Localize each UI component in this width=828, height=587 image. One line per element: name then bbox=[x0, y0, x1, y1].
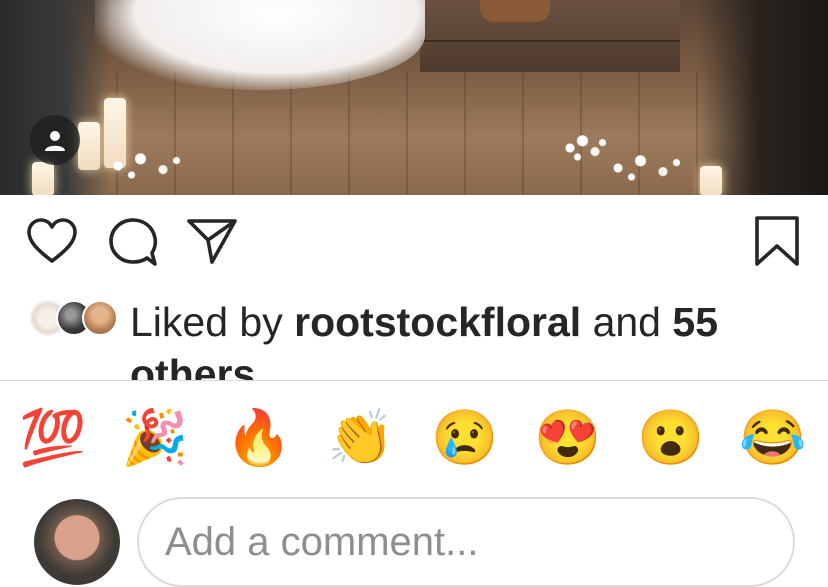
tears-of-joy-emoji: 😂 bbox=[739, 408, 807, 468]
likes-connector: and bbox=[592, 299, 661, 345]
crying-face-emoji: 😢 bbox=[431, 408, 499, 468]
tears-of-joy-emoji-button[interactable]: 😂 bbox=[738, 403, 808, 473]
post-photo[interactable] bbox=[0, 0, 828, 195]
photo-candle bbox=[700, 166, 722, 195]
clapping-hands-emoji: 👏 bbox=[327, 408, 395, 468]
hundred-points-emoji-button[interactable]: 💯 bbox=[18, 403, 88, 473]
fire-emoji-button[interactable]: 🔥 bbox=[224, 403, 294, 473]
post-action-bar bbox=[0, 195, 828, 290]
liker-avatars[interactable] bbox=[30, 300, 120, 336]
likes-suffix[interactable]: others bbox=[130, 351, 255, 380]
avatar bbox=[82, 300, 118, 336]
bookmark-icon bbox=[755, 216, 799, 266]
surprised-face-emoji-button[interactable]: 😮 bbox=[636, 403, 706, 473]
person-icon bbox=[45, 131, 65, 151]
comment-button[interactable] bbox=[108, 217, 158, 270]
surprised-face-emoji: 😮 bbox=[637, 408, 705, 468]
photo-shoes bbox=[480, 0, 550, 22]
photo-petals bbox=[600, 150, 690, 186]
like-button[interactable] bbox=[26, 217, 78, 268]
photo-candle bbox=[32, 162, 54, 195]
heart-eyes-emoji: 😍 bbox=[534, 408, 602, 468]
party-popper-emoji-button[interactable]: 🎉 bbox=[120, 403, 190, 473]
share-button[interactable] bbox=[186, 217, 238, 268]
likes-count[interactable]: 55 bbox=[672, 299, 718, 345]
avatar bbox=[34, 499, 120, 585]
likes-prefix: Liked by bbox=[130, 299, 283, 345]
photo-petals bbox=[100, 148, 190, 184]
comment-bubble-icon bbox=[109, 218, 158, 266]
likes-summary: Liked by rootstockfloral and 55 others bbox=[0, 292, 828, 380]
liker-username[interactable]: rootstockfloral bbox=[294, 299, 581, 345]
crying-face-emoji-button[interactable]: 😢 bbox=[430, 403, 500, 473]
likes-text: Liked by rootstockfloral and 55 others bbox=[130, 296, 810, 380]
comment-composer: 💯 🎉 🔥 👏 😢 😍 😮 😂 bbox=[0, 380, 828, 587]
clapping-hands-emoji-button[interactable]: 👏 bbox=[326, 403, 396, 473]
photo-petals bbox=[560, 130, 610, 166]
photo-backdrop bbox=[420, 0, 680, 72]
paper-plane-icon bbox=[187, 219, 237, 264]
save-button[interactable] bbox=[754, 215, 800, 270]
hundred-points-emoji: 💯 bbox=[19, 408, 87, 468]
heart-icon bbox=[27, 218, 77, 263]
fire-emoji: 🔥 bbox=[225, 408, 293, 468]
party-popper-emoji: 🎉 bbox=[121, 408, 189, 468]
heart-eyes-emoji-button[interactable]: 😍 bbox=[533, 403, 603, 473]
tagged-people-button[interactable] bbox=[30, 115, 80, 165]
photo-candle bbox=[78, 122, 100, 170]
comment-input[interactable] bbox=[137, 497, 795, 587]
